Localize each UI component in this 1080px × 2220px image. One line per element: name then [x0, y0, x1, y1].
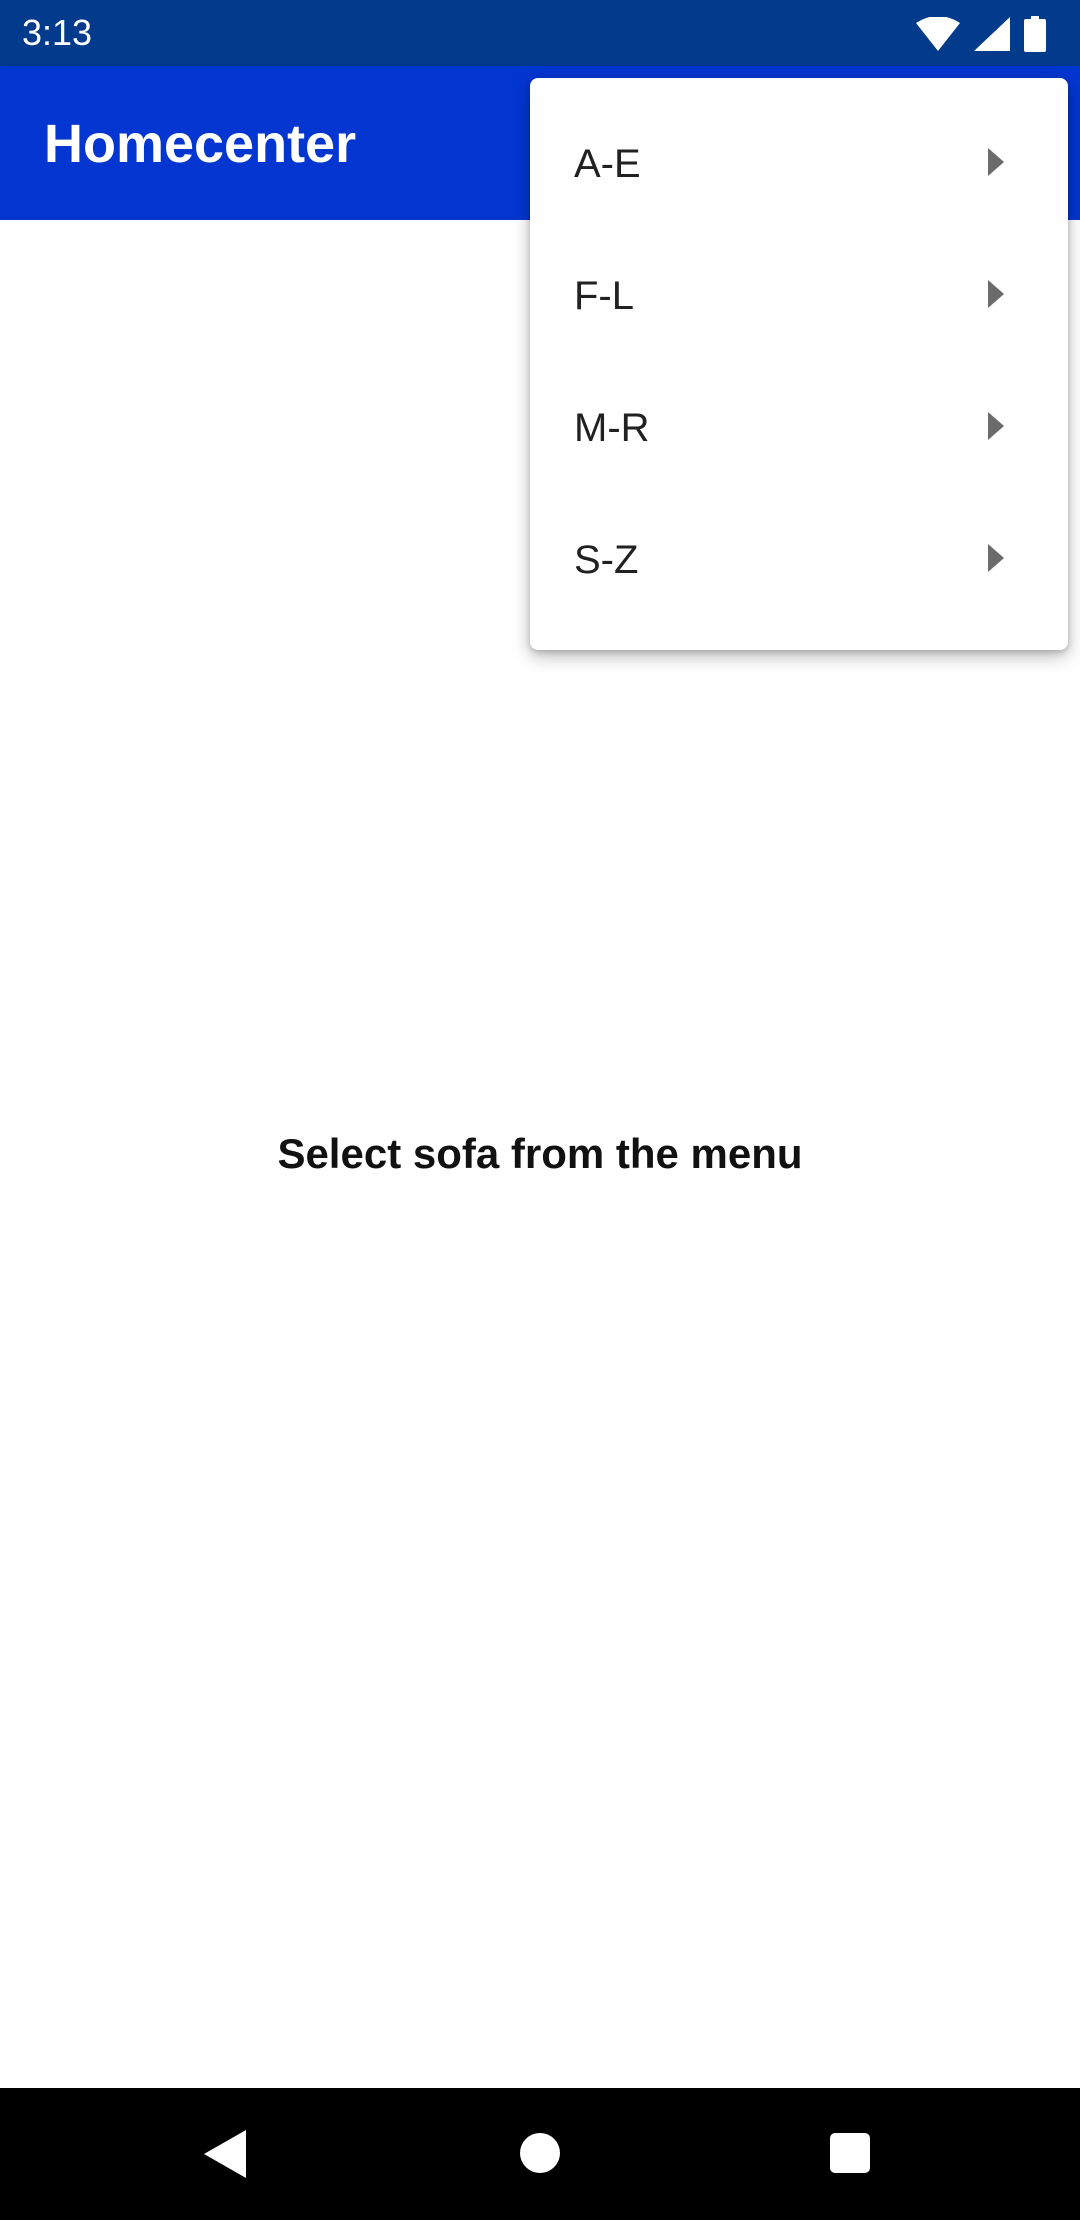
menu-item-f-l[interactable]: F-L	[530, 228, 1068, 360]
menu-item-label: F-L	[574, 274, 634, 318]
submenu-arrow-icon	[988, 148, 1004, 176]
recents-icon[interactable]	[830, 2133, 870, 2173]
wifi-icon	[916, 17, 960, 51]
home-icon[interactable]	[520, 2133, 560, 2173]
app-title: Homecenter	[44, 114, 357, 174]
menu-item-label: A-E	[574, 142, 641, 186]
empty-state-message: Select sofa from the menu	[277, 1130, 803, 1177]
status-time: 3:13	[22, 12, 93, 53]
navigation-bar	[0, 2088, 1080, 2220]
signal-icon	[974, 17, 1010, 51]
menu-item-label: S-Z	[574, 538, 639, 582]
status-bar: 3:13	[0, 0, 1080, 66]
menu-item-a-e[interactable]: A-E	[530, 96, 1068, 228]
menu-item-label: M-R	[574, 406, 650, 450]
back-icon[interactable]	[204, 2130, 246, 2178]
overflow-menu: A-E F-L M-R S-Z	[530, 78, 1068, 650]
menu-item-s-z[interactable]: S-Z	[530, 492, 1068, 624]
menu-item-m-r[interactable]: M-R	[530, 360, 1068, 492]
submenu-arrow-icon	[988, 412, 1004, 440]
battery-icon	[1024, 16, 1046, 52]
status-icons	[916, 14, 1046, 54]
submenu-arrow-icon	[988, 544, 1004, 572]
submenu-arrow-icon	[988, 280, 1004, 308]
